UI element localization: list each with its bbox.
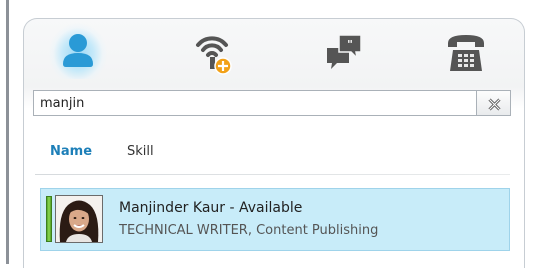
tab-divider <box>35 174 510 175</box>
icon-toolbar: " <box>23 23 525 83</box>
svg-text:": " <box>347 38 353 51</box>
name-status-separator: - <box>225 200 239 216</box>
contact-role: TECHNICAL WRITER, Content Publishing <box>119 223 379 238</box>
avatar <box>55 195 103 243</box>
tab-name[interactable]: Name <box>50 144 92 159</box>
contact-result-item[interactable]: Manjinder Kaur - Available TECHNICAL WRI… <box>40 188 510 251</box>
contact-photo <box>56 196 102 242</box>
presence-tab-button[interactable] <box>185 23 243 79</box>
clear-search-button[interactable] <box>476 90 511 116</box>
chat-bubbles-icon: " <box>327 34 362 69</box>
phone-tab-button[interactable] <box>437 23 495 79</box>
availability-status-bar <box>46 196 52 242</box>
person-contacts-icon <box>63 34 93 67</box>
contact-name: Manjinder Kaur <box>119 200 226 216</box>
clear-x-icon <box>488 98 501 111</box>
wireless-presence-icon <box>196 36 232 75</box>
contacts-tab-button[interactable] <box>49 23 107 79</box>
tab-skill[interactable]: Skill <box>127 144 154 159</box>
chat-tab-button[interactable]: " <box>315 23 373 79</box>
search-input[interactable] <box>33 90 476 116</box>
contact-status: Available <box>239 200 303 216</box>
contact-title-line: Manjinder Kaur - Available <box>119 200 302 216</box>
left-edge-rule <box>6 0 9 264</box>
search-row <box>33 90 511 116</box>
desk-phone-icon <box>448 35 484 71</box>
